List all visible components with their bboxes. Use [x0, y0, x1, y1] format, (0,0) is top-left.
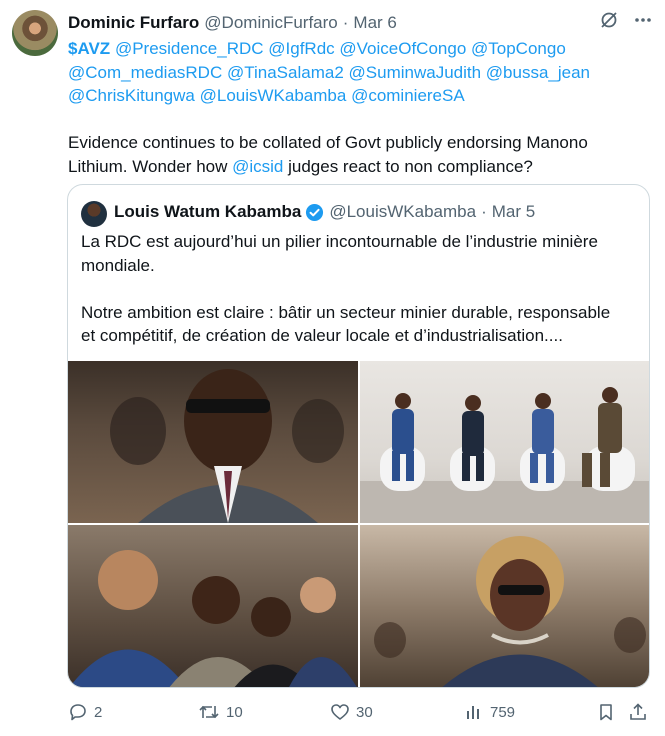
- mention-link[interactable]: @IgfRdc: [268, 39, 334, 58]
- separator-dot: ·: [481, 202, 487, 221]
- separator-dot: ·: [342, 13, 349, 32]
- views-button[interactable]: 759: [464, 702, 515, 722]
- quoted-text-line: Notre ambition est claire : bâtir un sec…: [81, 302, 611, 322]
- quoted-tweet-card[interactable]: Louis Watum Kabamba @LouisWKabamba · Mar…: [67, 184, 650, 688]
- mention-link[interactable]: @bussa_jean: [486, 63, 590, 82]
- bookmark-icon: [596, 702, 616, 722]
- quoted-text-line: La RDC est aujourd’hui un pilier inconto…: [81, 232, 598, 251]
- mention-link[interactable]: @Com_mediasRDC: [68, 63, 222, 82]
- like-count: 30: [356, 703, 373, 721]
- reply-count: 2: [94, 703, 103, 721]
- mention-link[interactable]: @SuminwaJudith: [349, 63, 482, 82]
- grok-icon[interactable]: [599, 10, 619, 30]
- author-handle[interactable]: @DominicFurfaro: [204, 13, 337, 33]
- views-count: 759: [490, 703, 516, 721]
- mention-link[interactable]: @TopCongo: [471, 39, 566, 58]
- quoted-author-avatar: [81, 201, 107, 227]
- photo-official-portrait[interactable]: [68, 361, 358, 523]
- mention-link[interactable]: @cominiereSA: [351, 86, 465, 105]
- tweet-actions-bar: 2 10 30 759: [68, 702, 652, 726]
- tweet-body-line: Lithium. Wonder how @icsid judges react …: [68, 155, 648, 179]
- bookmark-button[interactable]: [596, 702, 616, 722]
- tweet-text: $AVZ @Presidence_RDC @IgfRdc @VoiceOfCon…: [68, 37, 648, 178]
- like-icon: [330, 702, 350, 722]
- share-icon: [628, 702, 648, 722]
- mention-link[interactable]: @TinaSalama2: [227, 63, 344, 82]
- photo-grid: [68, 361, 649, 687]
- quoted-author-handle: @LouisWKabamba: [329, 202, 477, 221]
- reply-button[interactable]: 2: [68, 702, 102, 722]
- quoted-tweet-header: Louis Watum Kabamba @LouisWKabamba · Mar…: [114, 202, 535, 222]
- mention-link[interactable]: @icsid: [232, 157, 283, 176]
- views-icon: [464, 702, 484, 722]
- repost-count: 10: [226, 703, 243, 721]
- tweet-header: Dominic Furfaro @DominicFurfaro · Mar 6: [68, 12, 653, 34]
- repost-button[interactable]: 10: [198, 702, 243, 722]
- text-segment: Lithium. Wonder how: [68, 156, 233, 176]
- mention-link[interactable]: @LouisWKabamba: [200, 86, 347, 105]
- verified-badge-icon: [305, 203, 324, 222]
- author-avatar[interactable]: [12, 10, 58, 56]
- quoted-tweet-text: La RDC est aujourd’hui un pilier inconto…: [81, 230, 636, 348]
- tweet-body-line: Evidence continues to be collated of Gov…: [68, 133, 588, 152]
- tweet-date[interactable]: Mar 6: [353, 13, 396, 33]
- repost-icon: [198, 702, 220, 722]
- photo-woman-speaking[interactable]: [360, 525, 649, 687]
- author-name[interactable]: Dominic Furfaro: [68, 13, 199, 33]
- share-button[interactable]: [628, 702, 648, 722]
- reply-icon: [68, 702, 88, 722]
- quoted-text-line: et compétitif, de création de valeur loc…: [81, 326, 563, 345]
- like-button[interactable]: 30: [330, 702, 373, 722]
- photo-audience[interactable]: [68, 525, 358, 687]
- cashtag-link[interactable]: $AVZ: [68, 39, 110, 58]
- text-segment: judges react to non compliance?: [283, 156, 533, 176]
- quoted-text-line: mondiale.: [81, 255, 155, 275]
- photo-panel-discussion[interactable]: [360, 361, 649, 523]
- more-icon[interactable]: [633, 10, 653, 30]
- quoted-tweet-date: Mar 5: [491, 202, 536, 221]
- mention-link[interactable]: @Presidence_RDC: [115, 39, 264, 58]
- mention-link[interactable]: @VoiceOfCongo: [339, 39, 466, 58]
- quoted-author-name: Louis Watum Kabamba: [114, 202, 302, 221]
- mention-link[interactable]: @ChrisKitungwa: [68, 86, 195, 105]
